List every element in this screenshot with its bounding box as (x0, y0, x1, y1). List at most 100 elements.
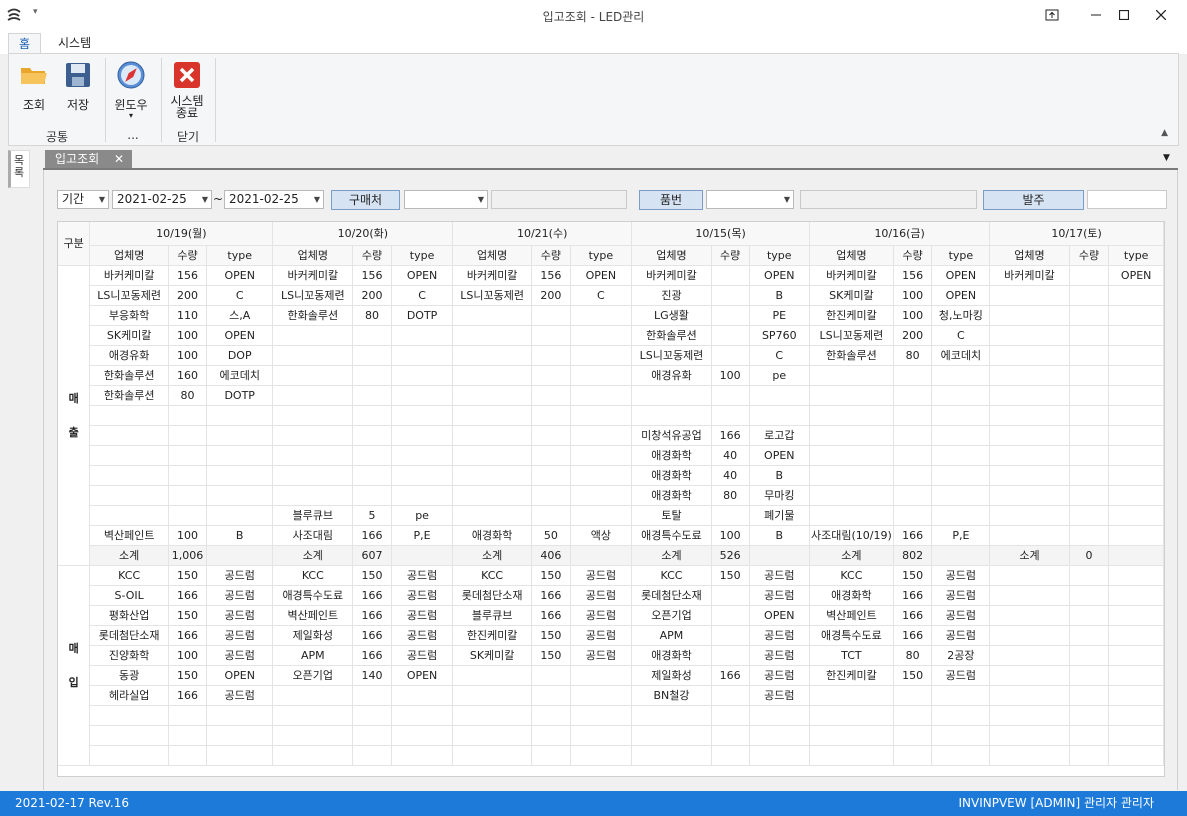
table-cell[interactable] (711, 705, 750, 726)
table-cell[interactable] (1108, 565, 1164, 586)
table-cell[interactable] (989, 645, 1070, 666)
table-cell[interactable]: 100 (893, 305, 933, 326)
table-cell[interactable]: 애경화학 (631, 445, 712, 466)
table-cell[interactable]: 166 (531, 585, 571, 606)
table-cell[interactable] (1108, 585, 1164, 606)
table-cell[interactable] (809, 425, 894, 446)
table-cell[interactable] (1069, 485, 1110, 506)
table-cell[interactable]: OPEN (206, 325, 274, 346)
table-cell[interactable] (391, 685, 454, 706)
table-cell[interactable]: 한진케미칼 (809, 665, 894, 686)
table-cell[interactable]: B (749, 465, 811, 486)
table-cell[interactable] (352, 685, 392, 706)
table-cell[interactable] (531, 325, 571, 346)
table-cell[interactable]: OPEN (1108, 265, 1164, 286)
table-cell[interactable]: 40 (711, 445, 750, 466)
table-cell[interactable] (452, 385, 532, 406)
table-cell[interactable] (1069, 605, 1110, 626)
table-cell[interactable] (893, 465, 933, 486)
table-cell[interactable]: 110 (168, 305, 207, 326)
item-name-field[interactable] (800, 190, 977, 209)
table-cell[interactable] (272, 385, 354, 406)
table-cell[interactable] (168, 705, 207, 726)
table-cell[interactable]: OPEN (931, 265, 991, 286)
table-cell[interactable]: 청,노마킹 (931, 305, 991, 326)
table-cell[interactable] (531, 385, 571, 406)
table-cell[interactable] (531, 705, 571, 726)
table-cell[interactable]: 공드럼 (206, 645, 274, 666)
table-cell[interactable] (168, 465, 207, 486)
table-cell[interactable]: PE (749, 305, 811, 326)
table-cell[interactable] (1108, 405, 1164, 426)
table-cell[interactable]: DOTP (206, 385, 274, 406)
table-cell[interactable] (1108, 485, 1164, 506)
table-cell[interactable]: 공드럼 (206, 565, 274, 586)
table-cell[interactable] (206, 705, 274, 726)
table-cell[interactable] (711, 305, 750, 326)
table-cell[interactable]: 150 (352, 565, 392, 586)
table-cell[interactable]: 제일화성 (631, 665, 712, 686)
table-cell[interactable]: 166 (168, 625, 207, 646)
table-row[interactable] (58, 725, 1164, 746)
table-cell[interactable] (711, 745, 750, 766)
table-cell[interactable] (711, 505, 750, 526)
table-row[interactable]: 한화솔루션 160 에코데치 애경유화 100 pe (58, 365, 1164, 386)
table-cell[interactable]: 동광 (89, 665, 170, 686)
table-cell[interactable]: 공드럼 (931, 665, 991, 686)
table-cell[interactable]: 진양화학 (89, 645, 170, 666)
table-cell[interactable] (452, 725, 532, 746)
window-dropdown-button[interactable]: 윈도우 ▾ (111, 60, 151, 120)
table-row[interactable]: 헤라실업 166 공드럼 BN철강 공드럼 (58, 685, 1164, 706)
table-cell[interactable] (989, 325, 1070, 346)
table-cell[interactable] (531, 405, 571, 426)
table-cell[interactable] (989, 405, 1070, 426)
table-cell[interactable]: OPEN (931, 285, 991, 306)
table-cell[interactable] (931, 745, 991, 766)
table-cell[interactable] (452, 685, 532, 706)
table-cell[interactable] (1108, 725, 1164, 746)
table-cell[interactable]: 오픈기업 (631, 605, 712, 626)
table-cell[interactable] (531, 345, 571, 366)
table-cell[interactable]: 166 (352, 585, 392, 606)
table-cell[interactable] (391, 465, 454, 486)
table-cell[interactable]: 100 (168, 325, 207, 346)
table-cell[interactable] (989, 745, 1070, 766)
table-cell[interactable] (352, 325, 392, 346)
table-cell[interactable] (531, 505, 571, 526)
table-cell[interactable] (272, 345, 354, 366)
table-cell[interactable] (1108, 385, 1164, 406)
table-cell[interactable] (1069, 585, 1110, 606)
table-cell[interactable]: 공드럼 (749, 665, 811, 686)
table-cell[interactable] (570, 485, 633, 506)
table-row[interactable] (58, 705, 1164, 726)
table-cell[interactable]: 미창석유공업 (631, 425, 712, 446)
table-cell[interactable] (631, 745, 712, 766)
table-cell[interactable] (1069, 425, 1110, 446)
table-cell[interactable]: 롯데첨단소재 (452, 585, 532, 606)
table-cell[interactable] (989, 385, 1070, 406)
table-cell[interactable] (570, 745, 633, 766)
table-cell[interactable] (989, 605, 1070, 626)
table-cell[interactable] (989, 665, 1070, 686)
table-cell[interactable] (809, 505, 894, 526)
minimize-icon[interactable] (1082, 4, 1110, 26)
date-to-picker[interactable]: 2021-02-25 ▼ (224, 190, 324, 209)
table-cell[interactable]: 160 (168, 365, 207, 386)
table-cell[interactable] (749, 385, 811, 406)
table-row[interactable] (58, 745, 1164, 766)
table-cell[interactable] (352, 725, 392, 746)
table-cell[interactable] (168, 425, 207, 446)
table-cell[interactable] (391, 745, 454, 766)
table-cell[interactable]: 166 (168, 585, 207, 606)
table-cell[interactable]: 166 (352, 645, 392, 666)
table-cell[interactable]: SK케미칼 (809, 285, 894, 306)
table-cell[interactable]: C (931, 325, 991, 346)
table-cell[interactable]: S-OIL (89, 585, 170, 606)
table-cell[interactable] (989, 285, 1070, 306)
table-cell[interactable]: 공드럼 (931, 625, 991, 646)
table-cell[interactable] (272, 325, 354, 346)
table-cell[interactable]: 바커케미칼 (452, 265, 532, 286)
table-cell[interactable]: LS니꼬동제련 (452, 285, 532, 306)
table-row[interactable]: LS니꼬동제련 200 C LS니꼬동제련 200 C LS니꼬동제련 200 C 진광 B SK케미… (58, 285, 1164, 306)
table-cell[interactable] (809, 485, 894, 506)
